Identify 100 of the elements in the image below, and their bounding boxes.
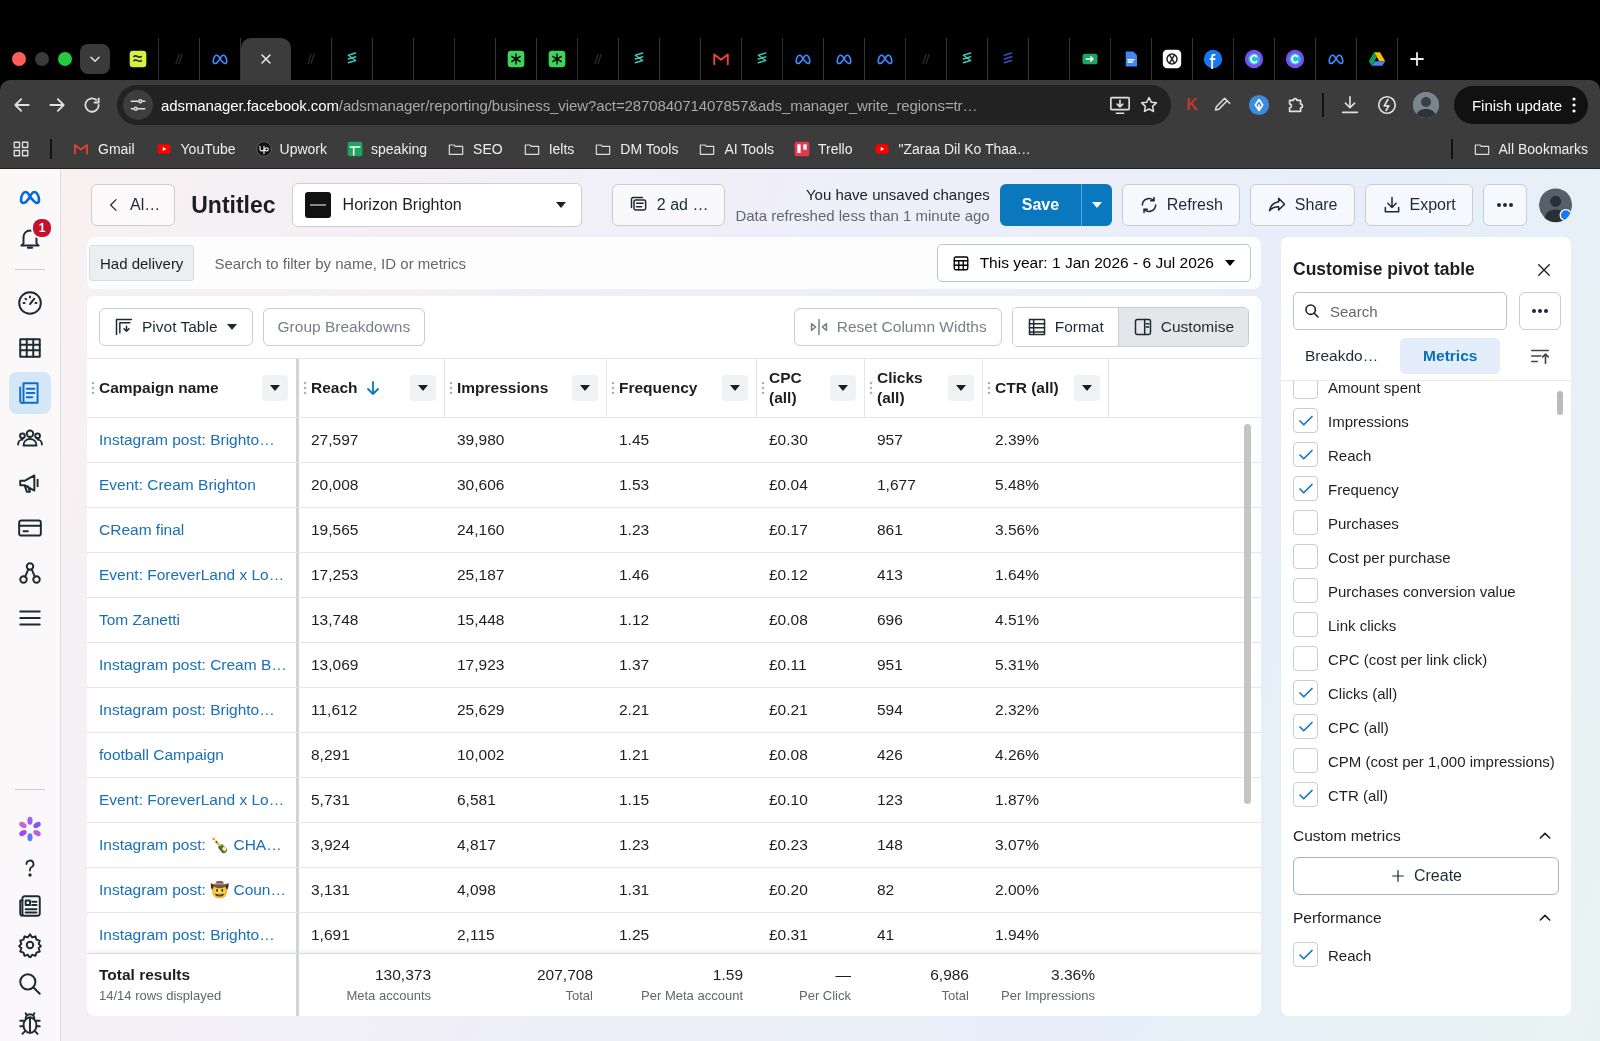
profile-avatar[interactable] [1538, 187, 1572, 223]
maximize-window-button[interactable] [58, 52, 72, 66]
bookmark[interactable]: DM Tools [594, 141, 679, 157]
drag-handle-icon[interactable] [761, 381, 765, 395]
checkbox[interactable] [1293, 646, 1318, 671]
hierarchy-icon[interactable] [17, 560, 43, 586]
finish-update-button[interactable]: Finish update [1453, 86, 1588, 124]
campaign-link[interactable]: Instagram post: Cream B… [87, 643, 299, 687]
bookmark[interactable]: All Bookmarks [1472, 141, 1588, 157]
bookmark[interactable]: "Zaraa Dil Ko Thaa… [872, 141, 1031, 157]
column-header[interactable]: Clicks (all) [877, 368, 925, 408]
checkbox[interactable] [1293, 476, 1318, 501]
campaign-link[interactable]: Event: ForeverLand x Lo… [87, 553, 299, 597]
asterisk-icon[interactable] [547, 49, 567, 69]
bookmark[interactable]: YouTube [154, 141, 236, 157]
plus-icon[interactable] [1408, 50, 1426, 68]
campaign-link[interactable]: Instagram post: Brighto… [87, 418, 299, 462]
tab-search-button[interactable] [80, 44, 110, 74]
column-header[interactable]: Impressions [457, 378, 549, 398]
drag-handle-icon[interactable] [987, 381, 991, 395]
column-menu-button[interactable] [722, 375, 748, 401]
campaign-link[interactable]: Instagram post: 🤠 Coun… [87, 868, 299, 912]
refresh-button[interactable]: Refresh [1121, 184, 1240, 226]
flower-icon[interactable] [16, 815, 44, 843]
bug-icon[interactable] [17, 1010, 43, 1036]
campaign-link[interactable]: Instagram post: Brighto… [87, 688, 299, 732]
export-button[interactable]: Export [1364, 184, 1473, 226]
account-dropdown[interactable]: Horizon Brighton [291, 183, 582, 227]
share-button[interactable]: Share [1249, 184, 1355, 226]
search-field[interactable]: Search [1293, 292, 1507, 330]
close-icon[interactable] [258, 51, 274, 67]
bookmark[interactable]: Ielts [522, 141, 575, 157]
forward-icon[interactable] [47, 95, 67, 115]
apps-grid-icon[interactable] [12, 140, 30, 158]
drag-handle-icon[interactable] [303, 381, 307, 395]
column-menu-button[interactable] [830, 375, 856, 401]
customise-button[interactable]: Customise [1117, 308, 1248, 346]
bookmark[interactable]: Gmail [72, 141, 135, 157]
checkbox[interactable] [1293, 544, 1318, 569]
reload-icon[interactable] [82, 95, 102, 115]
settings-icon[interactable] [17, 932, 43, 958]
campaign-link[interactable]: Tom Zanetti [87, 598, 299, 642]
circle-logo-icon[interactable] [1244, 49, 1264, 69]
newspaper-icon[interactable] [17, 893, 43, 919]
column-header[interactable]: Campaign name [99, 378, 219, 398]
campaign-link[interactable]: Event: ForeverLand x Lo… [87, 778, 299, 822]
column-header[interactable]: CPC (all) [769, 368, 817, 408]
column-menu-button[interactable] [948, 375, 974, 401]
drag-handle-icon[interactable] [449, 381, 453, 395]
checkbox[interactable] [1293, 408, 1318, 433]
circle-logo-icon[interactable] [1285, 49, 1305, 69]
column-menu-button[interactable] [410, 375, 436, 401]
filter-bar[interactable]: Had delivery Search to filter by name, ID or metrics This year: 1 Jan 2026 - 6 Jul 2026 [87, 237, 1261, 289]
knot-icon[interactable] [1162, 49, 1182, 69]
checkbox[interactable] [1293, 942, 1318, 967]
bookmark[interactable]: Upwork [255, 141, 328, 157]
checkbox[interactable] [1293, 442, 1318, 467]
search-icon[interactable] [17, 971, 43, 997]
drag-handle-icon[interactable] [91, 381, 95, 395]
checkbox[interactable] [1293, 714, 1318, 739]
column-header[interactable]: CTR (all) [995, 378, 1059, 398]
campaign-link[interactable]: football Campaign [87, 733, 299, 777]
address-bar[interactable]: adsmanager.facebook.com/adsmanager/reporting/business_view?act=287084071407857&ads_manager_write_regions=tr… [117, 85, 1172, 125]
sort-down-icon[interactable] [365, 380, 380, 396]
more-button[interactable] [1519, 292, 1561, 330]
pen-nib-icon[interactable] [1247, 94, 1270, 116]
back-button[interactable]: Al… [91, 184, 176, 226]
campaign-link[interactable]: Instagram post: Brighto… [87, 913, 299, 953]
checkbox[interactable] [1293, 381, 1318, 399]
checkbox[interactable] [1293, 782, 1318, 807]
panel-tab[interactable]: Metrics [1400, 338, 1501, 374]
facebook-icon[interactable] [1203, 49, 1223, 69]
column-menu-button[interactable] [1074, 375, 1100, 401]
leaf-icon[interactable] [1375, 94, 1398, 116]
date-range-picker[interactable]: This year: 1 Jan 2026 - 6 Jul 2026 [936, 244, 1251, 282]
ads-button[interactable]: 2 ad … [611, 184, 726, 226]
star-icon[interactable] [1139, 95, 1160, 115]
squiggle-icon[interactable] [128, 49, 148, 69]
drag-handle-icon[interactable] [869, 381, 873, 395]
bookmark[interactable]: SEO [447, 141, 503, 157]
asterisk-icon[interactable] [506, 49, 526, 69]
checkbox[interactable] [1293, 510, 1318, 535]
panel-tab[interactable]: Breakdo… [1293, 338, 1391, 374]
column-menu-button[interactable] [262, 375, 288, 401]
checkbox[interactable] [1293, 680, 1318, 705]
column-header[interactable]: Frequency [619, 378, 698, 398]
campaign-link[interactable]: CReam final [87, 508, 299, 552]
checkbox[interactable] [1293, 612, 1318, 637]
install-icon[interactable] [1109, 94, 1132, 116]
column-header[interactable]: Reach [311, 378, 358, 398]
create-button[interactable]: Create [1293, 857, 1559, 895]
scrollbar[interactable] [1557, 391, 1563, 415]
search-field[interactable]: Search to filter by name, ID or metrics [212, 245, 919, 281]
scrollbar[interactable] [1244, 424, 1251, 804]
column-menu-button[interactable] [572, 375, 598, 401]
bookmark[interactable]: AI Tools [698, 141, 774, 157]
bookmark[interactable]: Trello [794, 141, 853, 157]
site-settings-icon[interactable] [129, 96, 147, 114]
bookmark[interactable]: speaking [347, 141, 428, 157]
pivot-table-dropdown[interactable]: Pivot Table [99, 308, 253, 346]
